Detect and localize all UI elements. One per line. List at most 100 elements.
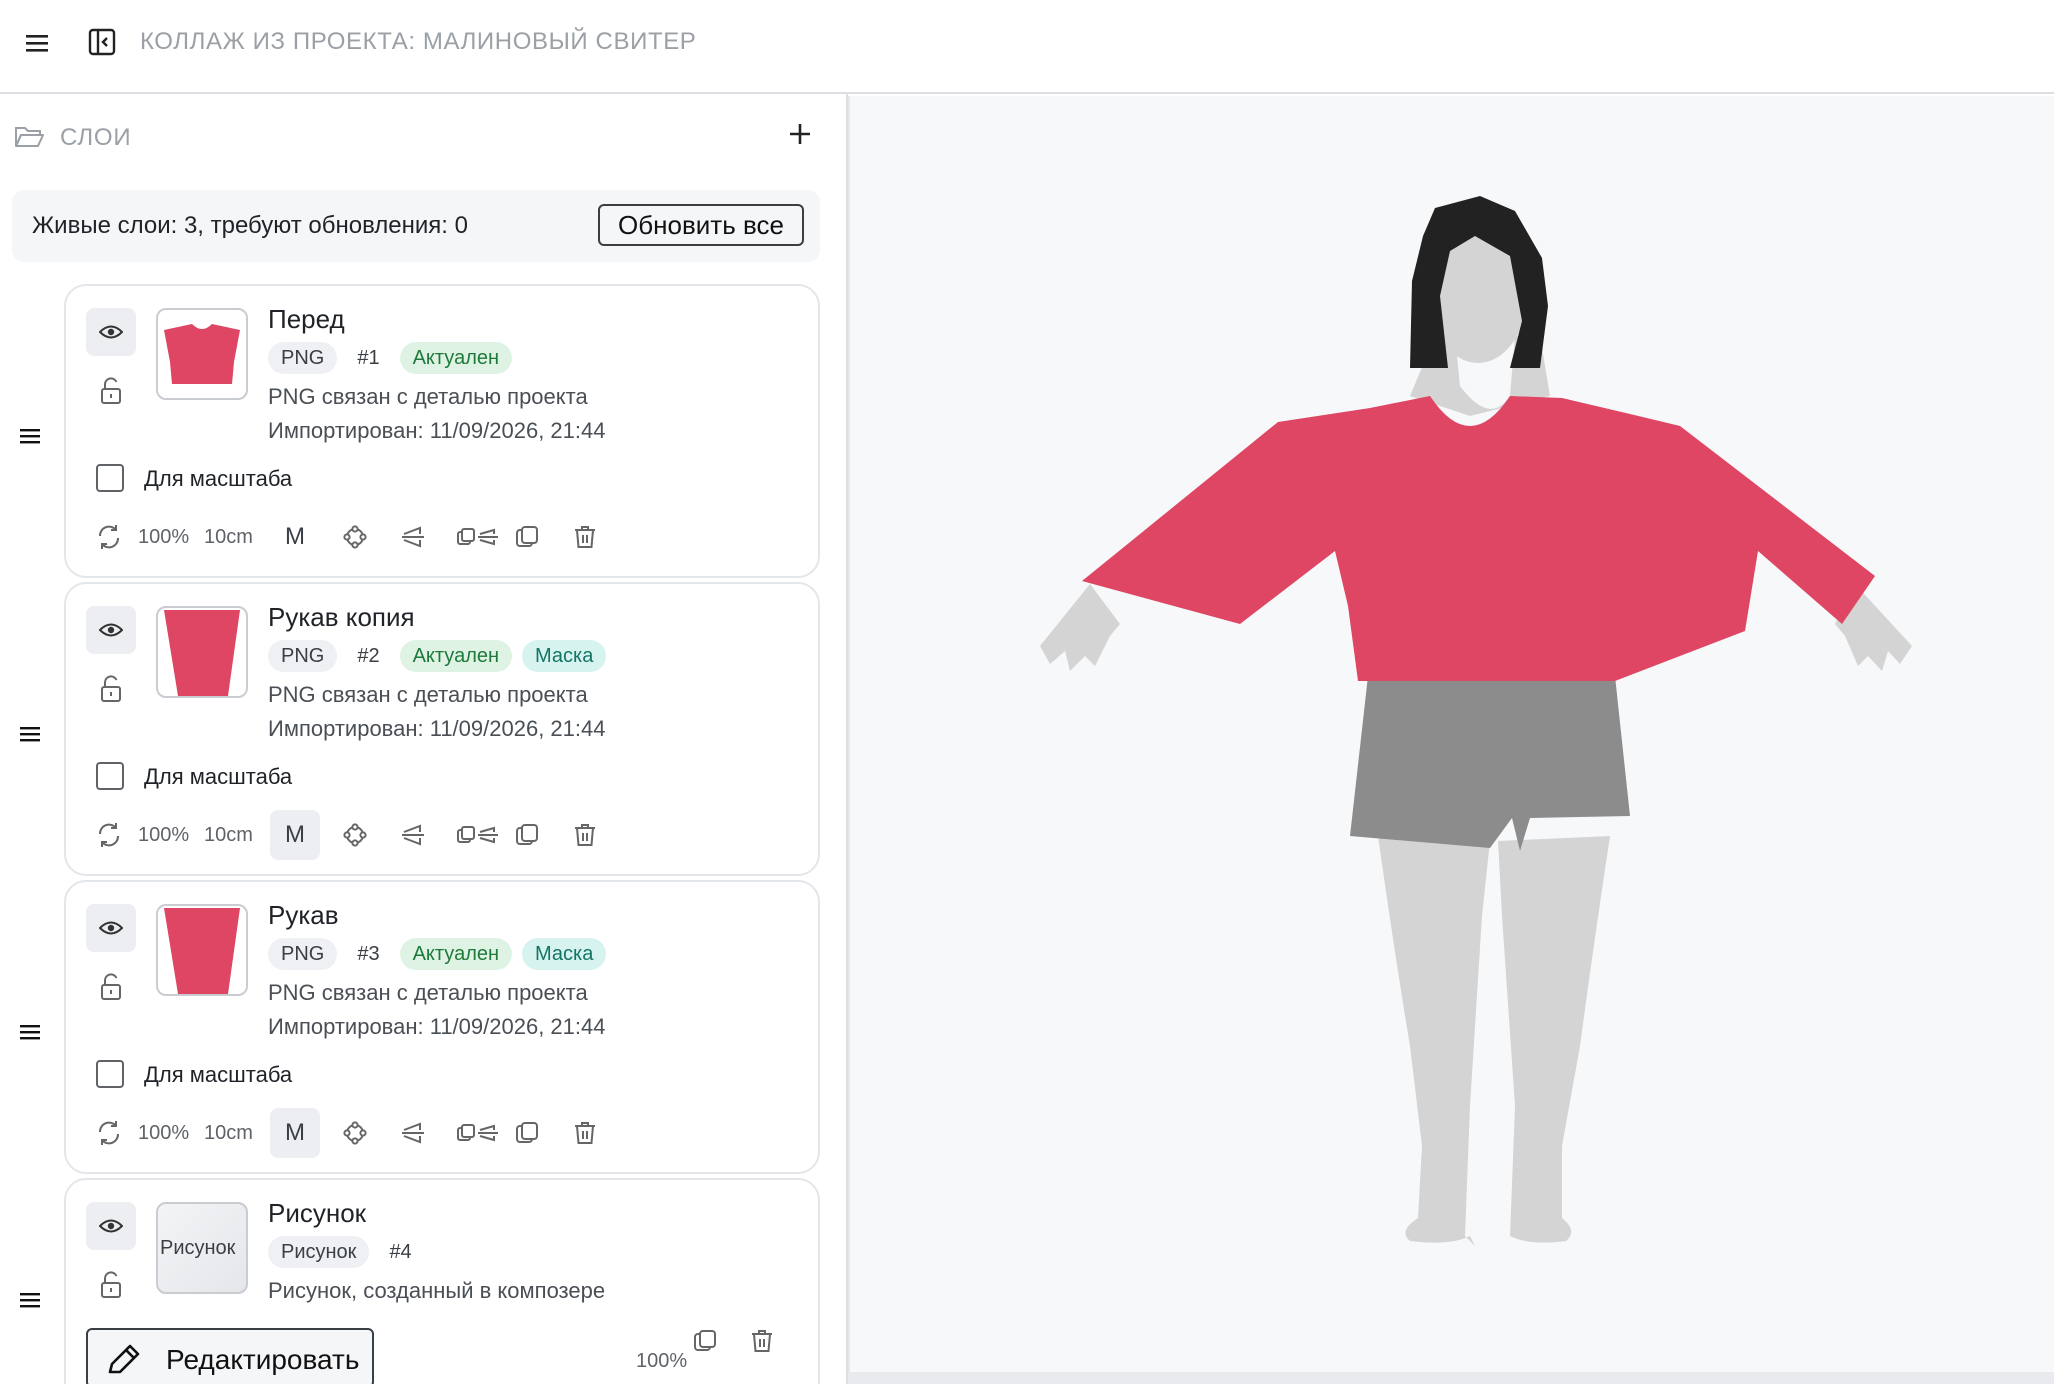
layer-name: Рукав: [268, 900, 339, 930]
layer-badges: PNG #1 Актуален: [268, 342, 513, 374]
layer-badges: PNG #2 Актуален Маска: [268, 640, 607, 672]
duplicate-flip-button[interactable]: [456, 512, 500, 562]
transform-icon: [343, 525, 367, 549]
plus-icon[interactable]: [782, 116, 818, 152]
status-badge: Актуален: [399, 938, 513, 970]
drag-handle-icon[interactable]: [18, 724, 42, 744]
menu-icon[interactable]: [22, 28, 52, 58]
scale-percent[interactable]: 100%: [138, 512, 189, 562]
scale-size[interactable]: 10cm: [204, 810, 253, 860]
scale-percent[interactable]: 100%: [636, 1350, 687, 1373]
scale-percent[interactable]: 100%: [138, 810, 189, 860]
duplicate-flip-button[interactable]: [456, 810, 500, 860]
scale-percent[interactable]: 100%: [138, 1108, 189, 1158]
canvas-horizontal-scrollbar[interactable]: [848, 1372, 2054, 1384]
delete-button[interactable]: [750, 1328, 780, 1358]
unlock-icon[interactable]: [98, 376, 124, 406]
visibility-toggle[interactable]: [86, 308, 136, 356]
copy-button[interactable]: [512, 512, 542, 562]
index-badge: #3: [357, 942, 380, 965]
refresh-all-button[interactable]: Обновить все: [598, 204, 804, 246]
mask-badge: Маска: [522, 938, 607, 970]
layer-card[interactable]: Рукав копия PNG #2 Актуален Маска PNG св…: [64, 582, 820, 876]
layer-toolbar: 100% 10cm M: [94, 512, 794, 562]
drag-handle-icon[interactable]: [18, 1290, 42, 1310]
mask-badge: Маска: [522, 640, 607, 672]
rotate-icon: [98, 1121, 120, 1145]
eye-icon: [99, 921, 123, 935]
flip-icon: [402, 824, 424, 846]
trash-icon: [575, 824, 595, 846]
layer-name: Рисунок: [268, 1198, 367, 1228]
pencil-icon: [108, 1344, 140, 1374]
collage-canvas[interactable]: [848, 96, 2054, 1372]
rotate-button[interactable]: [94, 810, 124, 860]
visibility-toggle[interactable]: [86, 904, 136, 952]
layer-name: Перед: [268, 304, 345, 334]
for-scale-label: Для масштаба: [144, 466, 293, 491]
for-scale-checkbox[interactable]: [96, 762, 124, 790]
flip-button[interactable]: [398, 810, 428, 860]
sweater-front-thumbnail: [164, 324, 240, 384]
rotate-button[interactable]: [94, 512, 124, 562]
unlock-icon[interactable]: [98, 972, 124, 1002]
layer-imported-date: Импортирован: 11/09/2026, 21:44: [268, 716, 606, 741]
mask-toggle-button[interactable]: M: [270, 810, 320, 860]
layers-panel: СЛОИ Живые слои: 3, требуют обновления: …: [0, 94, 848, 1384]
copy-button[interactable]: [512, 810, 542, 860]
duplicate-flip-button[interactable]: [456, 1108, 500, 1158]
transform-icon: [343, 1121, 367, 1145]
copy-button[interactable]: [692, 1328, 722, 1358]
visibility-toggle[interactable]: [86, 1202, 136, 1250]
for-scale-checkbox[interactable]: [96, 1060, 124, 1088]
mask-toggle-button[interactable]: M: [270, 512, 320, 562]
scale-size[interactable]: 10cm: [204, 512, 253, 562]
live-layers-status: Живые слои: 3, требуют обновления: 0: [32, 212, 468, 239]
type-badge: Рисунок: [268, 1236, 370, 1268]
layer-description: Рисунок, созданный в композере: [268, 1278, 606, 1303]
index-badge: #1: [357, 346, 380, 369]
copy-icon: [516, 824, 538, 845]
flip-icon: [402, 526, 424, 548]
flip-button[interactable]: [398, 512, 428, 562]
layers-panel-title: СЛОИ: [60, 124, 132, 151]
for-scale-label: Для масштаба: [144, 1062, 293, 1087]
rotate-button[interactable]: [94, 1108, 124, 1158]
layer-thumbnail: [156, 308, 248, 400]
visibility-toggle[interactable]: [86, 606, 136, 654]
transform-button[interactable]: [340, 512, 370, 562]
trash-icon: [575, 526, 595, 548]
unlock-icon[interactable]: [98, 1270, 124, 1300]
type-badge: PNG: [268, 640, 338, 672]
copy-icon: [516, 526, 538, 547]
drag-handle-icon[interactable]: [18, 1022, 42, 1042]
layer-imported-date: Импортирован: 11/09/2026, 21:44: [268, 418, 606, 443]
layer-thumbnail: Рисунок: [156, 1202, 248, 1294]
layer-card[interactable]: Рисунок Рисунок Рисунок #4 Рисунок, созд…: [64, 1178, 820, 1384]
duplicate-flip-icon: [457, 1124, 498, 1142]
for-scale-label: Для масштаба: [144, 764, 293, 789]
layer-description: PNG связан с деталью проекта: [268, 384, 588, 409]
for-scale-checkbox[interactable]: [96, 464, 124, 492]
flip-button[interactable]: [398, 1108, 428, 1158]
edit-drawing-button[interactable]: Редактировать: [86, 1328, 374, 1384]
unlock-icon[interactable]: [98, 674, 124, 704]
sidebar-collapse-icon[interactable]: [86, 26, 118, 58]
layer-name: Рукав копия: [268, 602, 415, 632]
layer-thumbnail: [156, 606, 248, 698]
drag-handle-icon[interactable]: [18, 426, 42, 446]
layer-description: PNG связан с деталью проекта: [268, 980, 588, 1005]
scale-size[interactable]: 10cm: [204, 1108, 253, 1158]
layer-toolbar: 100% 10cm M: [94, 810, 794, 860]
index-badge: #4: [389, 1240, 412, 1263]
status-badge: Актуален: [399, 342, 513, 374]
layer-card[interactable]: Перед PNG #1 Актуален PNG связан с детал…: [64, 284, 820, 578]
delete-button[interactable]: [570, 512, 600, 562]
delete-button[interactable]: [570, 1108, 600, 1158]
mask-toggle-button[interactable]: M: [270, 1108, 320, 1158]
transform-button[interactable]: [340, 810, 370, 860]
delete-button[interactable]: [570, 810, 600, 860]
layer-card[interactable]: Рукав PNG #3 Актуален Маска PNG связан с…: [64, 880, 820, 1174]
copy-button[interactable]: [512, 1108, 542, 1158]
transform-button[interactable]: [340, 1108, 370, 1158]
